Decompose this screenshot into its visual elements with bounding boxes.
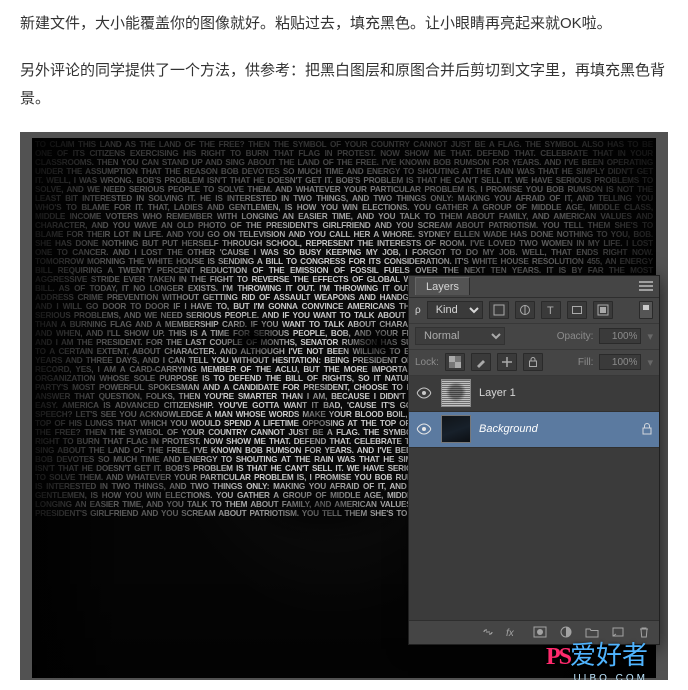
opacity-input[interactable] xyxy=(599,328,641,344)
lock-position-icon[interactable] xyxy=(497,353,517,371)
lock-fill-row: Lock: Fill: ▾ xyxy=(409,350,659,376)
lock-transparent-icon[interactable] xyxy=(445,353,465,371)
new-layer-icon[interactable] xyxy=(609,624,627,640)
fill-chevron-icon[interactable]: ▾ xyxy=(647,356,653,369)
layers-list: Layer 1 Background xyxy=(409,376,659,620)
watermark-url: UIBO.COM xyxy=(573,673,648,680)
lock-pixels-icon[interactable] xyxy=(471,353,491,371)
blend-mode-select[interactable]: Normal xyxy=(415,327,505,345)
adjustment-layer-icon[interactable] xyxy=(557,624,575,640)
layer-thumbnail[interactable] xyxy=(441,379,471,407)
lock-label: Lock: xyxy=(415,357,439,368)
filter-adjust-icon[interactable] xyxy=(515,301,535,319)
svg-text:T: T xyxy=(547,305,554,316)
layers-panel[interactable]: Layers ρ Kind T xyxy=(408,275,660,645)
filter-toggle-switch[interactable] xyxy=(639,301,653,319)
fill-input[interactable] xyxy=(599,354,641,370)
group-icon[interactable] xyxy=(583,624,601,640)
lock-all-icon[interactable] xyxy=(523,353,543,371)
visibility-eye-icon[interactable] xyxy=(415,423,433,435)
article-paragraph-2: 另外评论的同学提供了一个方法，供参考：把黑白图层和原图合并后剪切到文字里，再填充… xyxy=(20,57,668,114)
filter-smart-icon[interactable] xyxy=(593,301,613,319)
layer-name-label[interactable]: Background xyxy=(479,423,633,435)
layer-mask-icon[interactable] xyxy=(531,624,549,640)
filter-type-icon[interactable]: T xyxy=(541,301,561,319)
layers-tab[interactable]: Layers xyxy=(415,277,470,295)
filter-pixel-icon[interactable] xyxy=(489,301,509,319)
article-body: 新建文件，大小能覆盖你的图像就好。粘贴过去，填充黑色。让小眼睛再亮起来就OK啦。… xyxy=(0,0,688,114)
visibility-eye-icon[interactable] xyxy=(415,387,433,399)
layer-item-background[interactable]: Background xyxy=(409,412,659,448)
blend-opacity-row: Normal Opacity: ▾ xyxy=(409,324,659,350)
photoshop-canvas-area: TO CLAIM THIS LAND AS THE LAND OF THE FR… xyxy=(20,132,668,680)
link-layers-icon[interactable] xyxy=(479,624,497,640)
trash-icon[interactable] xyxy=(635,624,653,640)
layers-panel-tabbar: Layers xyxy=(409,276,659,298)
layer-item-layer1[interactable]: Layer 1 xyxy=(409,376,659,412)
panel-menu-icon[interactable] xyxy=(639,281,653,291)
layer-name-label[interactable]: Layer 1 xyxy=(479,387,653,399)
lock-icon xyxy=(641,422,653,436)
layer-thumbnail[interactable] xyxy=(441,415,471,443)
layer-fx-icon[interactable]: fx xyxy=(505,624,523,640)
opacity-label: Opacity: xyxy=(557,331,594,342)
article-paragraph-1: 新建文件，大小能覆盖你的图像就好。粘贴过去，填充黑色。让小眼睛再亮起来就OK啦。 xyxy=(20,10,668,39)
filter-shape-icon[interactable] xyxy=(567,301,587,319)
layers-filter-row: ρ Kind T xyxy=(409,298,659,324)
filter-kind-select[interactable]: Kind xyxy=(427,301,483,319)
fill-label: Fill: xyxy=(578,357,594,368)
opacity-chevron-icon[interactable]: ▾ xyxy=(647,330,653,343)
layers-panel-footer: fx xyxy=(409,620,659,644)
svg-text:fx: fx xyxy=(506,628,515,638)
filter-label: ρ xyxy=(415,305,421,316)
